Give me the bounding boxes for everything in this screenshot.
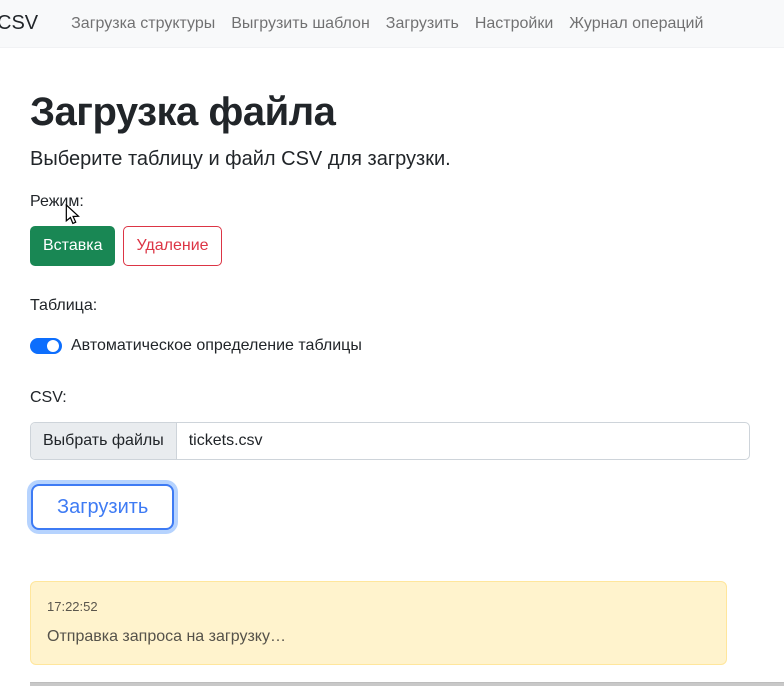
top-navbar: CSV Загрузка структуры Выгрузить шаблон … [0,0,784,48]
delete-mode-button[interactable]: Удаление [123,226,222,266]
page-subtitle: Выберите таблицу и файл CSV для загрузки… [30,148,451,170]
nav-item-load-structure[interactable]: Загрузка структуры [63,15,223,33]
nav-item-settings[interactable]: Настройки [467,15,561,33]
upload-button[interactable]: Загрузить [31,484,175,530]
mode-button-group: Вставка Удаление [30,226,750,266]
log-message: Отправка запроса на загрузку… [47,628,286,645]
table-label: Таблица: [30,297,98,314]
auto-detect-row: Автоматическое определение таблицы [30,334,750,358]
csv-file-input[interactable]: Выбрать файлы tickets.csv [30,422,750,460]
selected-file-name: tickets.csv [188,432,263,449]
mode-label: Режим: [30,193,84,210]
choose-files-button[interactable]: Выбрать файлы [31,423,177,459]
switch-knob [47,340,59,352]
brand-csv[interactable]: CSV [0,12,38,35]
auto-detect-switch-label[interactable]: Автоматическое определение таблицы [71,334,362,358]
log-timestamp: 17:22:52 [47,599,98,614]
log-alert: 17:22:52 Отправка запроса на загрузку… [30,581,727,665]
auto-detect-switch[interactable] [30,338,62,354]
nav-item-operations-log[interactable]: Журнал операций [561,15,711,33]
csv-label: CSV: [30,389,67,406]
main-content: Загрузка файла Выберите таблицу и файл C… [0,48,784,665]
horizontal-scrollbar[interactable] [30,682,784,686]
insert-mode-button[interactable]: Вставка [30,226,116,266]
page-title: Загрузка файла [30,90,336,134]
nav-item-export-template[interactable]: Выгрузить шаблон [223,15,378,33]
nav-item-upload[interactable]: Загрузить [378,15,467,33]
